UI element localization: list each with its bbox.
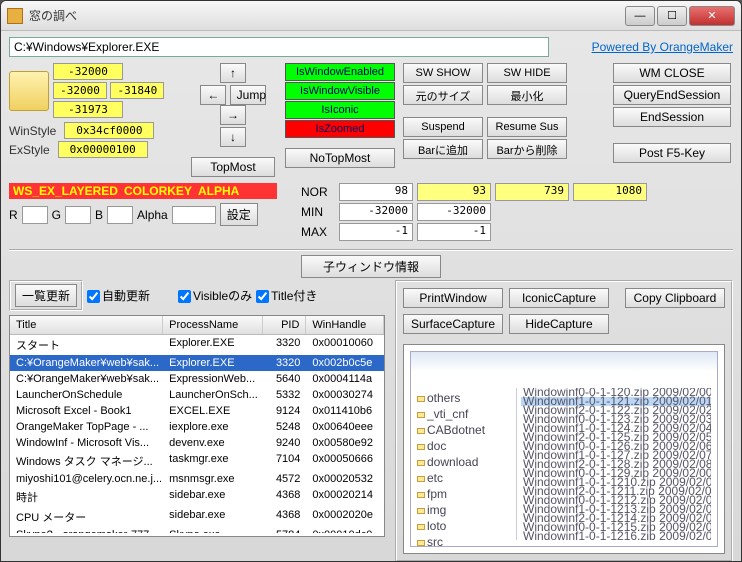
iconiccapture-button[interactable]: IconicCapture — [509, 288, 609, 308]
col-pid[interactable]: PID — [263, 316, 307, 334]
col-handle[interactable]: WinHandle — [306, 316, 384, 334]
r-label: R — [9, 208, 18, 222]
table-row[interactable]: LauncherOnScheduleLauncherOnSch...53320x… — [10, 387, 384, 403]
col-proc[interactable]: ProcessName — [163, 316, 262, 334]
table-row[interactable]: CPU メーターsidebar.exe43680x0002020e — [10, 507, 384, 527]
status-enabled: IsWindowEnabled — [285, 63, 395, 81]
col-title[interactable]: Title — [10, 316, 163, 334]
jump-button[interactable]: Jump — [230, 85, 266, 105]
table-row[interactable]: OrangeMaker TopPage - ...iexplore.exe524… — [10, 419, 384, 435]
min-cell: -32000 — [339, 203, 413, 221]
window-list[interactable]: Title ProcessName PID WinHandle スタートExpl… — [9, 315, 385, 537]
status-zoomed: IsZoomed — [285, 120, 395, 138]
table-row[interactable]: Windows タスク マネージ...taskmgr.exe71040x0005… — [10, 451, 384, 471]
visibleonly-check[interactable]: Visibleのみ — [178, 287, 252, 304]
wmclose-button[interactable]: WM CLOSE — [613, 63, 731, 83]
table-row[interactable]: Skype? - orangemaker-777Skype.exe57840x0… — [10, 527, 384, 533]
window-title: 窓の調べ — [29, 7, 625, 24]
r-input[interactable] — [22, 206, 48, 224]
g-input[interactable] — [65, 206, 91, 224]
alpha-input[interactable] — [172, 206, 216, 224]
minimize-button[interactable]: — — [625, 6, 655, 26]
hidecapture-button[interactable]: HideCapture — [509, 314, 609, 334]
printwindow-button[interactable]: PrintWindow — [403, 288, 503, 308]
autorefresh-check[interactable]: 自動更新 — [87, 287, 150, 304]
swshow-button[interactable]: SW SHOW — [403, 63, 483, 83]
alpha-label: Alpha — [137, 208, 168, 222]
listrefresh-button[interactable]: 一覧更新 — [15, 284, 77, 307]
surfacecapture-button[interactable]: SurfaceCapture — [403, 314, 503, 334]
close-button[interactable]: ✕ — [689, 6, 735, 26]
capture-preview: others _vti_cnf CABdotnet doc download e… — [403, 344, 725, 554]
bardel-button[interactable]: Barから削除 — [487, 139, 567, 159]
maximize-button[interactable]: ☐ — [657, 6, 687, 26]
table-row[interactable]: WindowInf - Microsoft Vis...devenv.exe92… — [10, 435, 384, 451]
arrow-up-button[interactable]: ↑ — [220, 63, 246, 83]
coord-box: -32000 — [53, 63, 123, 80]
table-row[interactable]: C:¥OrangeMaker¥web¥sak...Explorer.EXE332… — [10, 355, 384, 371]
table-row[interactable]: Microsoft Excel - Book1EXCEL.EXE91240x01… — [10, 403, 384, 419]
swhide-button[interactable]: SW HIDE — [487, 63, 567, 83]
postf5-button[interactable]: Post F5-Key — [613, 143, 731, 163]
arrow-right-button[interactable]: → — [220, 105, 246, 125]
nor-cell: 93 — [417, 183, 491, 201]
table-row[interactable]: C:¥OrangeMaker¥web¥sak...ExpressionWeb..… — [10, 371, 384, 387]
arrow-left-button[interactable]: ← — [200, 85, 226, 105]
childinfo-button[interactable]: 子ウィンドウ情報 — [301, 255, 441, 278]
minimize-win-button[interactable]: 最小化 — [487, 85, 567, 105]
winstyle-value: 0x34cf0000 — [64, 122, 154, 139]
resume-button[interactable]: Resume Sus — [487, 117, 567, 137]
max-label: MAX — [301, 225, 335, 239]
set-button[interactable]: 設定 — [220, 203, 258, 226]
endsession-button[interactable]: EndSession — [613, 107, 731, 127]
app-icon — [7, 8, 23, 24]
baradd-button[interactable]: Barに追加 — [403, 139, 483, 159]
table-row[interactable]: 時計sidebar.exe43680x00020214 — [10, 487, 384, 507]
max-cell: -1 — [417, 223, 491, 241]
min-cell: -32000 — [417, 203, 491, 221]
path-input[interactable] — [9, 37, 549, 57]
exstyle-value: 0x00000100 — [58, 141, 148, 158]
g-label: G — [52, 208, 61, 222]
status-visible: IsWindowVisible — [285, 82, 395, 100]
table-row[interactable]: miyoshi101@celery.ocn.ne.j...msnmsgr.exe… — [10, 471, 384, 487]
coord-box: -32000 — [53, 82, 107, 99]
withtitle-check[interactable]: Title付き — [256, 287, 317, 304]
copyclipboard-button[interactable]: Copy Clipboard — [625, 288, 725, 308]
coord-box: -31973 — [53, 101, 123, 118]
nor-cell: 98 — [339, 183, 413, 201]
exstyle-label: ExStyle — [9, 143, 50, 157]
notopmost-button[interactable]: NoTopMost — [285, 148, 395, 168]
status-iconic: IsIconic — [285, 101, 395, 119]
nor-cell: 739 — [495, 183, 569, 201]
queryend-button[interactable]: QueryEndSession — [613, 85, 731, 105]
b-label: B — [95, 208, 103, 222]
origsize-button[interactable]: 元のサイズ — [403, 85, 483, 105]
topmost-button[interactable]: TopMost — [191, 157, 275, 177]
arrow-down-button[interactable]: ↓ — [220, 127, 246, 147]
powered-by-link[interactable]: Powered By OrangeMaker — [592, 40, 733, 54]
folder-icon — [9, 71, 49, 111]
min-label: MIN — [301, 205, 335, 219]
layered-flags: WS_EX_LAYEREDCOLORKEYALPHA — [9, 183, 277, 199]
coord-box: -31840 — [110, 82, 164, 99]
winstyle-label: WinStyle — [9, 124, 56, 138]
table-row[interactable]: スタートExplorer.EXE33200x00010060 — [10, 335, 384, 355]
max-cell: -1 — [339, 223, 413, 241]
nor-label: NOR — [301, 185, 335, 199]
nor-cell: 1080 — [573, 183, 647, 201]
suspend-button[interactable]: Suspend — [403, 117, 483, 137]
b-input[interactable] — [107, 206, 133, 224]
